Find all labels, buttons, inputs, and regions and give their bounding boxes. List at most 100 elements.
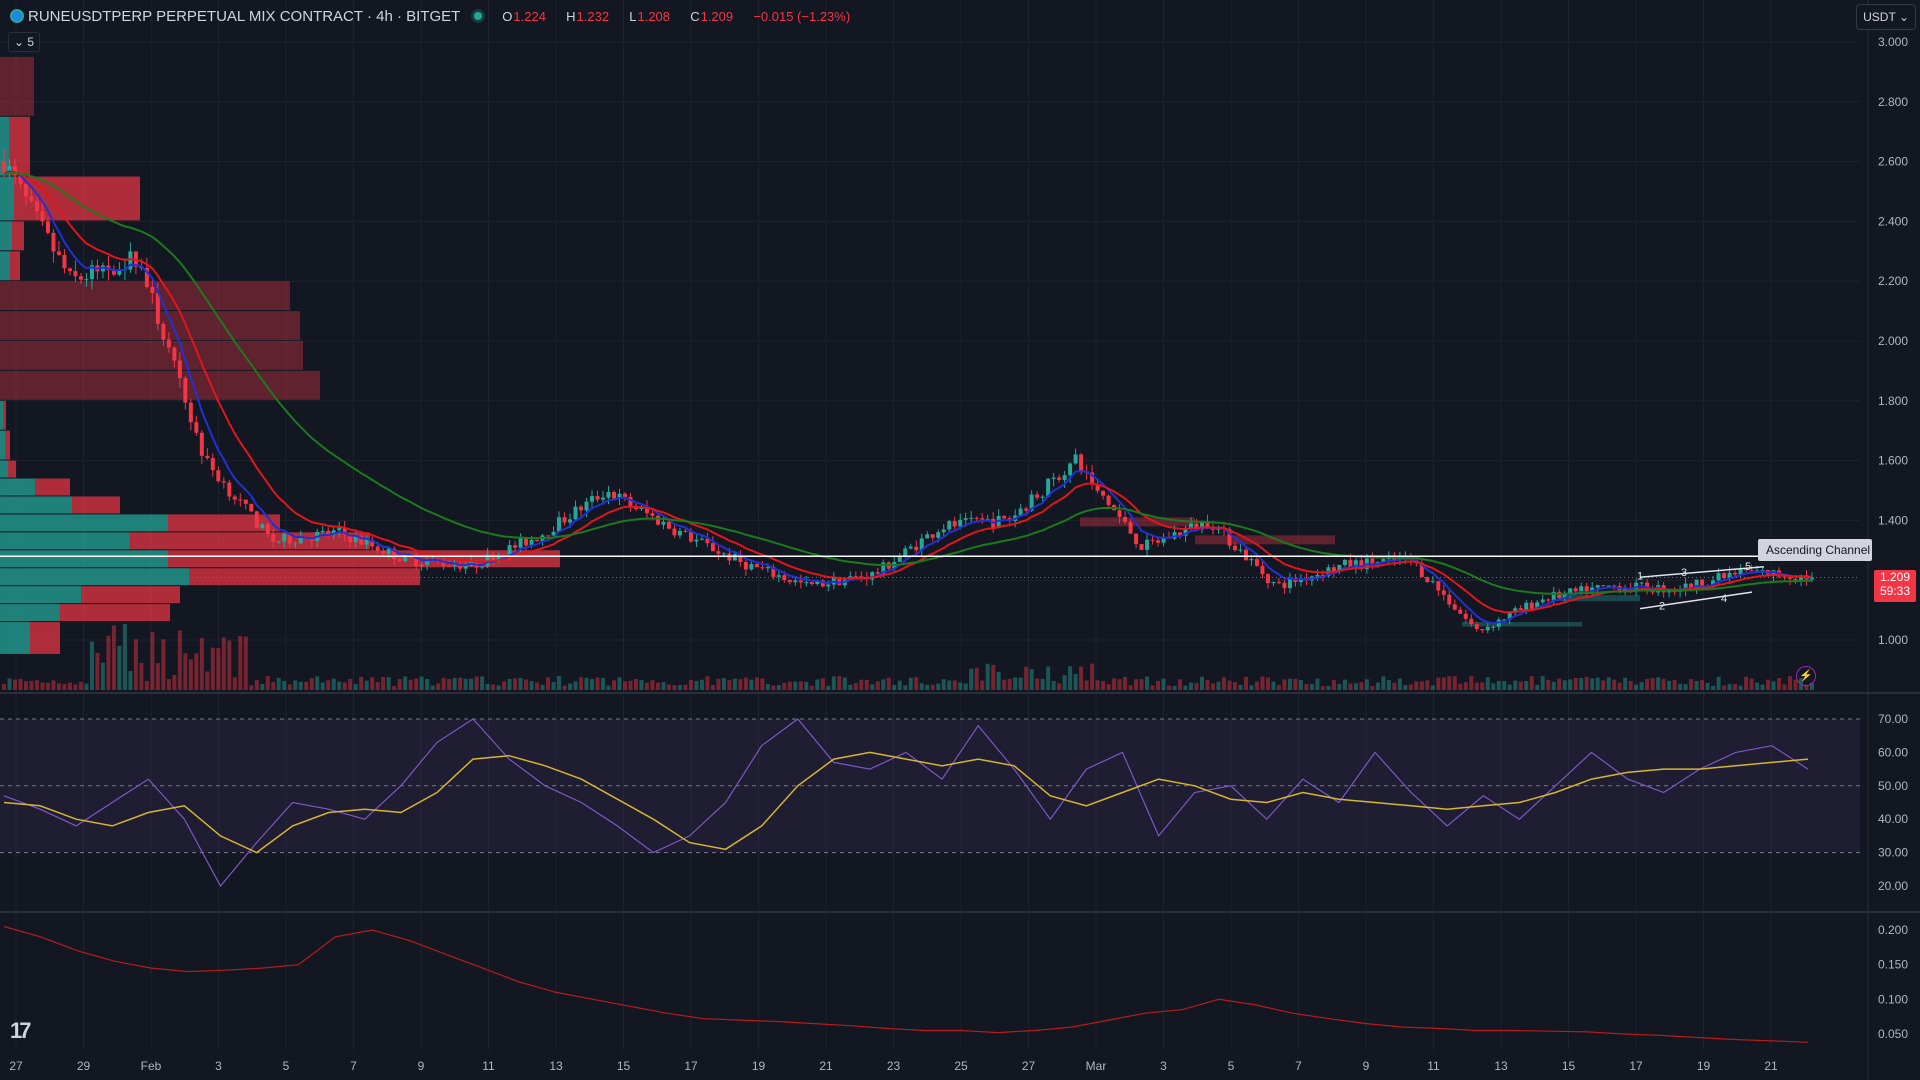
candle-body bbox=[941, 529, 946, 533]
volume-bar bbox=[12, 679, 17, 690]
x-tick-label: 19 bbox=[1697, 1059, 1711, 1073]
volume-bar bbox=[276, 677, 281, 690]
candle-body bbox=[1447, 594, 1452, 605]
volume-bar bbox=[1073, 674, 1078, 690]
volume-bar bbox=[1084, 680, 1089, 690]
candle-body bbox=[1573, 588, 1578, 592]
volume-bar bbox=[930, 684, 935, 690]
volume-bar bbox=[1112, 678, 1117, 690]
volume-bar bbox=[727, 680, 732, 690]
volume-bar bbox=[1491, 683, 1496, 690]
volume-bar bbox=[282, 680, 287, 690]
volume-profile-bar-up bbox=[0, 430, 5, 460]
candle-body bbox=[1540, 599, 1545, 603]
volume-bar bbox=[1678, 683, 1683, 690]
volume-bar bbox=[359, 676, 364, 690]
x-tick-label: 25 bbox=[954, 1059, 968, 1073]
candle-body bbox=[672, 528, 677, 536]
volume-bar bbox=[1221, 677, 1226, 690]
volume-bar bbox=[529, 681, 534, 690]
volume-bar bbox=[1661, 678, 1666, 690]
volume-bar bbox=[1463, 682, 1468, 690]
rsi-y-tick-label: 70.00 bbox=[1878, 712, 1908, 726]
currency-button[interactable]: USDT ⌄ bbox=[1856, 4, 1916, 30]
tradingview-logo-icon[interactable]: 17 bbox=[10, 1018, 32, 1044]
demand-zone bbox=[1462, 622, 1582, 627]
candle-body bbox=[969, 517, 974, 519]
candle-body bbox=[40, 211, 45, 222]
candle-body bbox=[1458, 609, 1463, 614]
volume-bar bbox=[1079, 666, 1084, 690]
candle-body bbox=[980, 518, 985, 520]
volume-bar bbox=[793, 681, 798, 690]
volume-bar bbox=[139, 663, 144, 690]
candle-body bbox=[51, 232, 56, 252]
volume-bar bbox=[1595, 677, 1600, 690]
volume-bar bbox=[1788, 676, 1793, 690]
volume-profile-bar-up bbox=[0, 176, 14, 221]
volume-bar bbox=[1172, 685, 1177, 690]
candle-body bbox=[447, 565, 452, 567]
volume-bar bbox=[622, 681, 627, 690]
volume-profile-bar-up bbox=[0, 568, 189, 586]
wave-label: 4 bbox=[1721, 593, 1727, 605]
volume-bar bbox=[1183, 685, 1188, 690]
candle-body bbox=[568, 519, 573, 523]
volume-profile-bar-up bbox=[0, 496, 72, 514]
volume-bar bbox=[1276, 685, 1281, 690]
volume-bar bbox=[309, 678, 314, 690]
volume-bar bbox=[1194, 683, 1199, 690]
volume-bar bbox=[639, 679, 644, 690]
candle-body bbox=[974, 517, 979, 519]
exchange-logo-icon bbox=[10, 9, 24, 23]
volume-bar bbox=[447, 679, 452, 690]
symbol-title[interactable]: RUNEUSDTPERP PERPETUAL MIX CONTRACT · 4h… bbox=[28, 8, 460, 25]
candle-body bbox=[1452, 604, 1457, 610]
volume-bar bbox=[1430, 685, 1435, 690]
candle-body bbox=[903, 548, 908, 557]
volume-bar bbox=[469, 678, 474, 690]
candle-body bbox=[337, 527, 342, 531]
volume-bar bbox=[518, 677, 523, 690]
candle-body bbox=[1579, 586, 1584, 592]
volume-bar bbox=[1667, 680, 1672, 690]
volume-bar bbox=[1727, 684, 1732, 690]
candle-body bbox=[557, 517, 562, 532]
candle-body bbox=[925, 534, 930, 539]
ohlc-legend: O1.224 H1.232 L1.208 C1.209 −0.015 (−1.2… bbox=[502, 8, 851, 24]
volume-bar bbox=[1606, 677, 1611, 690]
volume-bar bbox=[364, 680, 369, 690]
volume-bar bbox=[606, 685, 611, 690]
volume-bar bbox=[1755, 682, 1760, 690]
lightning-icon[interactable]: ⚡ bbox=[1796, 666, 1816, 686]
volume-bar bbox=[353, 683, 358, 690]
volume-profile-bar-up bbox=[0, 586, 81, 604]
candle-body bbox=[161, 323, 166, 340]
volume-bar bbox=[633, 678, 638, 690]
candle-body bbox=[606, 492, 611, 498]
change-value: −0.015 (−1.23%) bbox=[753, 8, 851, 24]
candle-body bbox=[1469, 618, 1474, 625]
candle-body bbox=[1117, 510, 1122, 517]
chart-canvas[interactable]: 12345 27 29 Feb 3 5 7 9 11 13 15 17 19 21 23 25 27 Mar 3 5… bbox=[0, 0, 1920, 1080]
volume-bar bbox=[298, 681, 303, 690]
volume-bar bbox=[1562, 680, 1567, 690]
candle-body bbox=[1287, 578, 1292, 589]
volume-bar bbox=[1408, 684, 1413, 690]
y-tick-label: 1.400 bbox=[1878, 513, 1908, 527]
candle-body bbox=[798, 580, 803, 583]
candle-body bbox=[765, 567, 770, 569]
candle-body bbox=[1018, 508, 1023, 516]
volume-bar bbox=[260, 683, 265, 690]
indicators-toggle-button[interactable]: ⌄ 5 bbox=[8, 32, 41, 52]
volume-bar bbox=[831, 676, 836, 690]
candle-body bbox=[73, 271, 78, 277]
candle-body bbox=[1254, 559, 1259, 566]
ascending-channel-label[interactable]: Ascending Channel bbox=[1758, 539, 1872, 561]
last-price-tag: 1.209 59:33 bbox=[1874, 570, 1916, 602]
volume-bar bbox=[595, 677, 600, 690]
volume-bar bbox=[1738, 685, 1743, 690]
volume-profile-bar-down bbox=[189, 568, 420, 586]
y-tick-label: 1.800 bbox=[1878, 394, 1908, 408]
volume-bar bbox=[1123, 676, 1128, 690]
